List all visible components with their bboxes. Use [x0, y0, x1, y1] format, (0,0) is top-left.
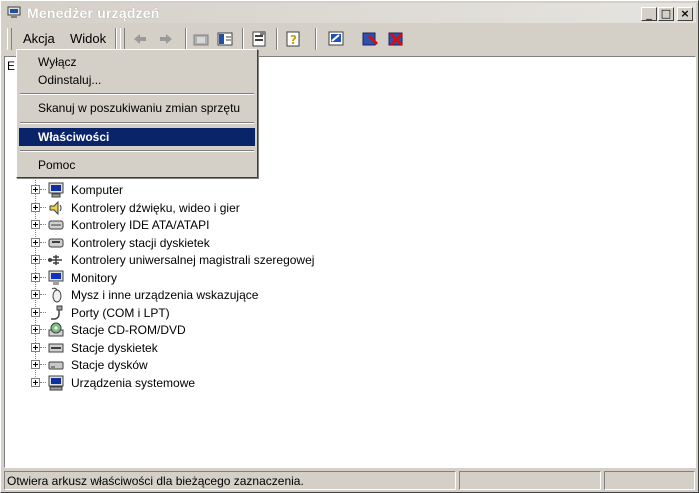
properties-icon[interactable] [250, 30, 268, 48]
update-driver-icon[interactable] [361, 30, 379, 48]
expand-icon[interactable] [31, 378, 40, 387]
tree-item-label: Stacje CD-ROM/DVD [71, 323, 186, 337]
tree-item-label: Monitory [71, 271, 118, 285]
back-arrow-icon[interactable] [131, 30, 149, 48]
menu-separator [20, 150, 254, 152]
expand-icon[interactable] [31, 273, 40, 282]
expand-icon[interactable] [31, 185, 40, 194]
maximize-icon: □ [660, 7, 672, 20]
toolbar-separator [315, 28, 317, 50]
device-manager-icon [7, 6, 21, 18]
tree-connector [40, 312, 46, 313]
scan-hardware-icon[interactable] [327, 30, 345, 48]
tree-item-label: Mysz i inne urządzenia wskazujące [71, 288, 259, 302]
menu-item-label: Właściwości [38, 130, 110, 144]
tree-connector [40, 364, 46, 365]
minimize-button[interactable]: _ [641, 7, 657, 21]
status-bar-panel [459, 471, 601, 490]
toolbar-separator [115, 28, 117, 50]
action-menu: Wyłącz Odinstaluj... Skanuj w poszukiwan… [16, 49, 258, 178]
port-icon [51, 305, 63, 320]
menu-item-label: Odinstaluj... [38, 73, 102, 87]
toolbar-separator [242, 28, 244, 50]
menu-item-uninstall[interactable]: Odinstaluj... [19, 71, 255, 89]
close-icon: × [680, 7, 690, 20]
show-hide-tree-icon[interactable] [216, 30, 234, 48]
expand-icon[interactable] [31, 325, 40, 334]
status-text: Otwiera arkusz właściwości dla bieżącego… [7, 474, 304, 488]
window-title: Menedżer urządzeń [27, 5, 160, 21]
speaker-icon [49, 200, 62, 216]
tree-connector [40, 277, 46, 278]
maximize-button[interactable]: □ [658, 7, 674, 21]
expand-icon[interactable] [31, 360, 40, 369]
tree-connector [40, 382, 46, 383]
tree-connector [40, 224, 46, 225]
tree-connector [40, 207, 46, 208]
ide-controller-icon [48, 220, 64, 230]
toolbar-grip[interactable] [120, 28, 125, 50]
forward-arrow-icon[interactable] [157, 30, 175, 48]
menu-item-disable[interactable]: Wyłącz [19, 53, 255, 71]
expand-icon[interactable] [31, 308, 40, 317]
tree-item-label: Kontrolery dźwięku, wideo i gier [71, 201, 240, 215]
menu-item-properties[interactable]: Właściwości [19, 128, 255, 146]
tree-connector [40, 259, 46, 260]
close-button[interactable]: × [677, 7, 693, 21]
tree-item-label: Stacje dyskietek [71, 341, 158, 355]
tree-item-label: Urządzenia systemowe [71, 376, 196, 390]
expand-icon[interactable] [31, 255, 40, 264]
svg-text:?: ? [290, 33, 297, 47]
minimize-icon: _ [646, 7, 652, 20]
menu-item-label: Pomoc [38, 158, 76, 172]
expand-icon[interactable] [31, 290, 40, 299]
tree-connector [40, 294, 46, 295]
tree-connector [40, 347, 46, 348]
tree-item-label: Kontrolery IDE ATA/ATAPI [71, 218, 210, 232]
expand-icon[interactable] [31, 343, 40, 352]
monitor-icon [48, 270, 64, 285]
menu-akcja[interactable]: Akcja [23, 31, 55, 46]
system-device-icon [48, 375, 64, 391]
cdrom-icon [48, 322, 64, 337]
menu-separator [20, 93, 254, 95]
tree-connector [40, 189, 46, 190]
tree-connector [40, 329, 46, 330]
tree-connector [40, 242, 46, 243]
menu-item-label: Skanuj w poszukiwaniu zmian sprzętu [38, 101, 241, 115]
status-bar-panel [604, 471, 695, 490]
expand-icon[interactable] [31, 220, 40, 229]
help-icon[interactable]: ? [284, 30, 302, 48]
floppy-drive-icon [48, 343, 64, 353]
disk-drive-icon [48, 361, 64, 370]
expand-icon[interactable] [31, 238, 40, 247]
mouse-icon [51, 287, 62, 303]
tree-item-label: Kontrolery stacji dyskietek [71, 236, 210, 250]
usb-icon [48, 255, 62, 265]
status-bar-text: Otwiera arkusz właściwości dla bieżącego… [4, 471, 456, 490]
tree-item-label: Komputer [71, 183, 124, 197]
computer-icon [48, 182, 64, 198]
menu-widok[interactable]: Widok [70, 31, 106, 46]
menu-item-scan[interactable]: Skanuj w poszukiwaniu zmian sprzętu [19, 99, 255, 117]
tree-item-label: Porty (COM i LPT) [71, 306, 170, 320]
menu-item-help[interactable]: Pomoc [19, 156, 255, 174]
menubar-grip[interactable] [7, 28, 12, 50]
title-bar[interactable]: Menedżer urządzeń _ □ × [3, 3, 696, 23]
toolbar-separator [185, 28, 187, 50]
tree-item-label: Stacje dysków [71, 358, 148, 372]
tree-item-label: Kontrolery uniwersalnej magistrali szere… [71, 253, 315, 267]
menu-item-label: Wyłącz [38, 55, 77, 69]
up-folder-icon[interactable] [192, 30, 210, 48]
device-manager-window: Menedżer urządzeń _ □ × Akcja Widok ? Ko… [0, 0, 699, 493]
toolbar-separator [276, 28, 278, 50]
menu-separator [20, 122, 254, 124]
floppy-controller-icon [48, 238, 64, 248]
tree-root-partial: E [7, 59, 16, 73]
expand-icon[interactable] [31, 203, 40, 212]
uninstall-icon[interactable] [387, 30, 405, 48]
